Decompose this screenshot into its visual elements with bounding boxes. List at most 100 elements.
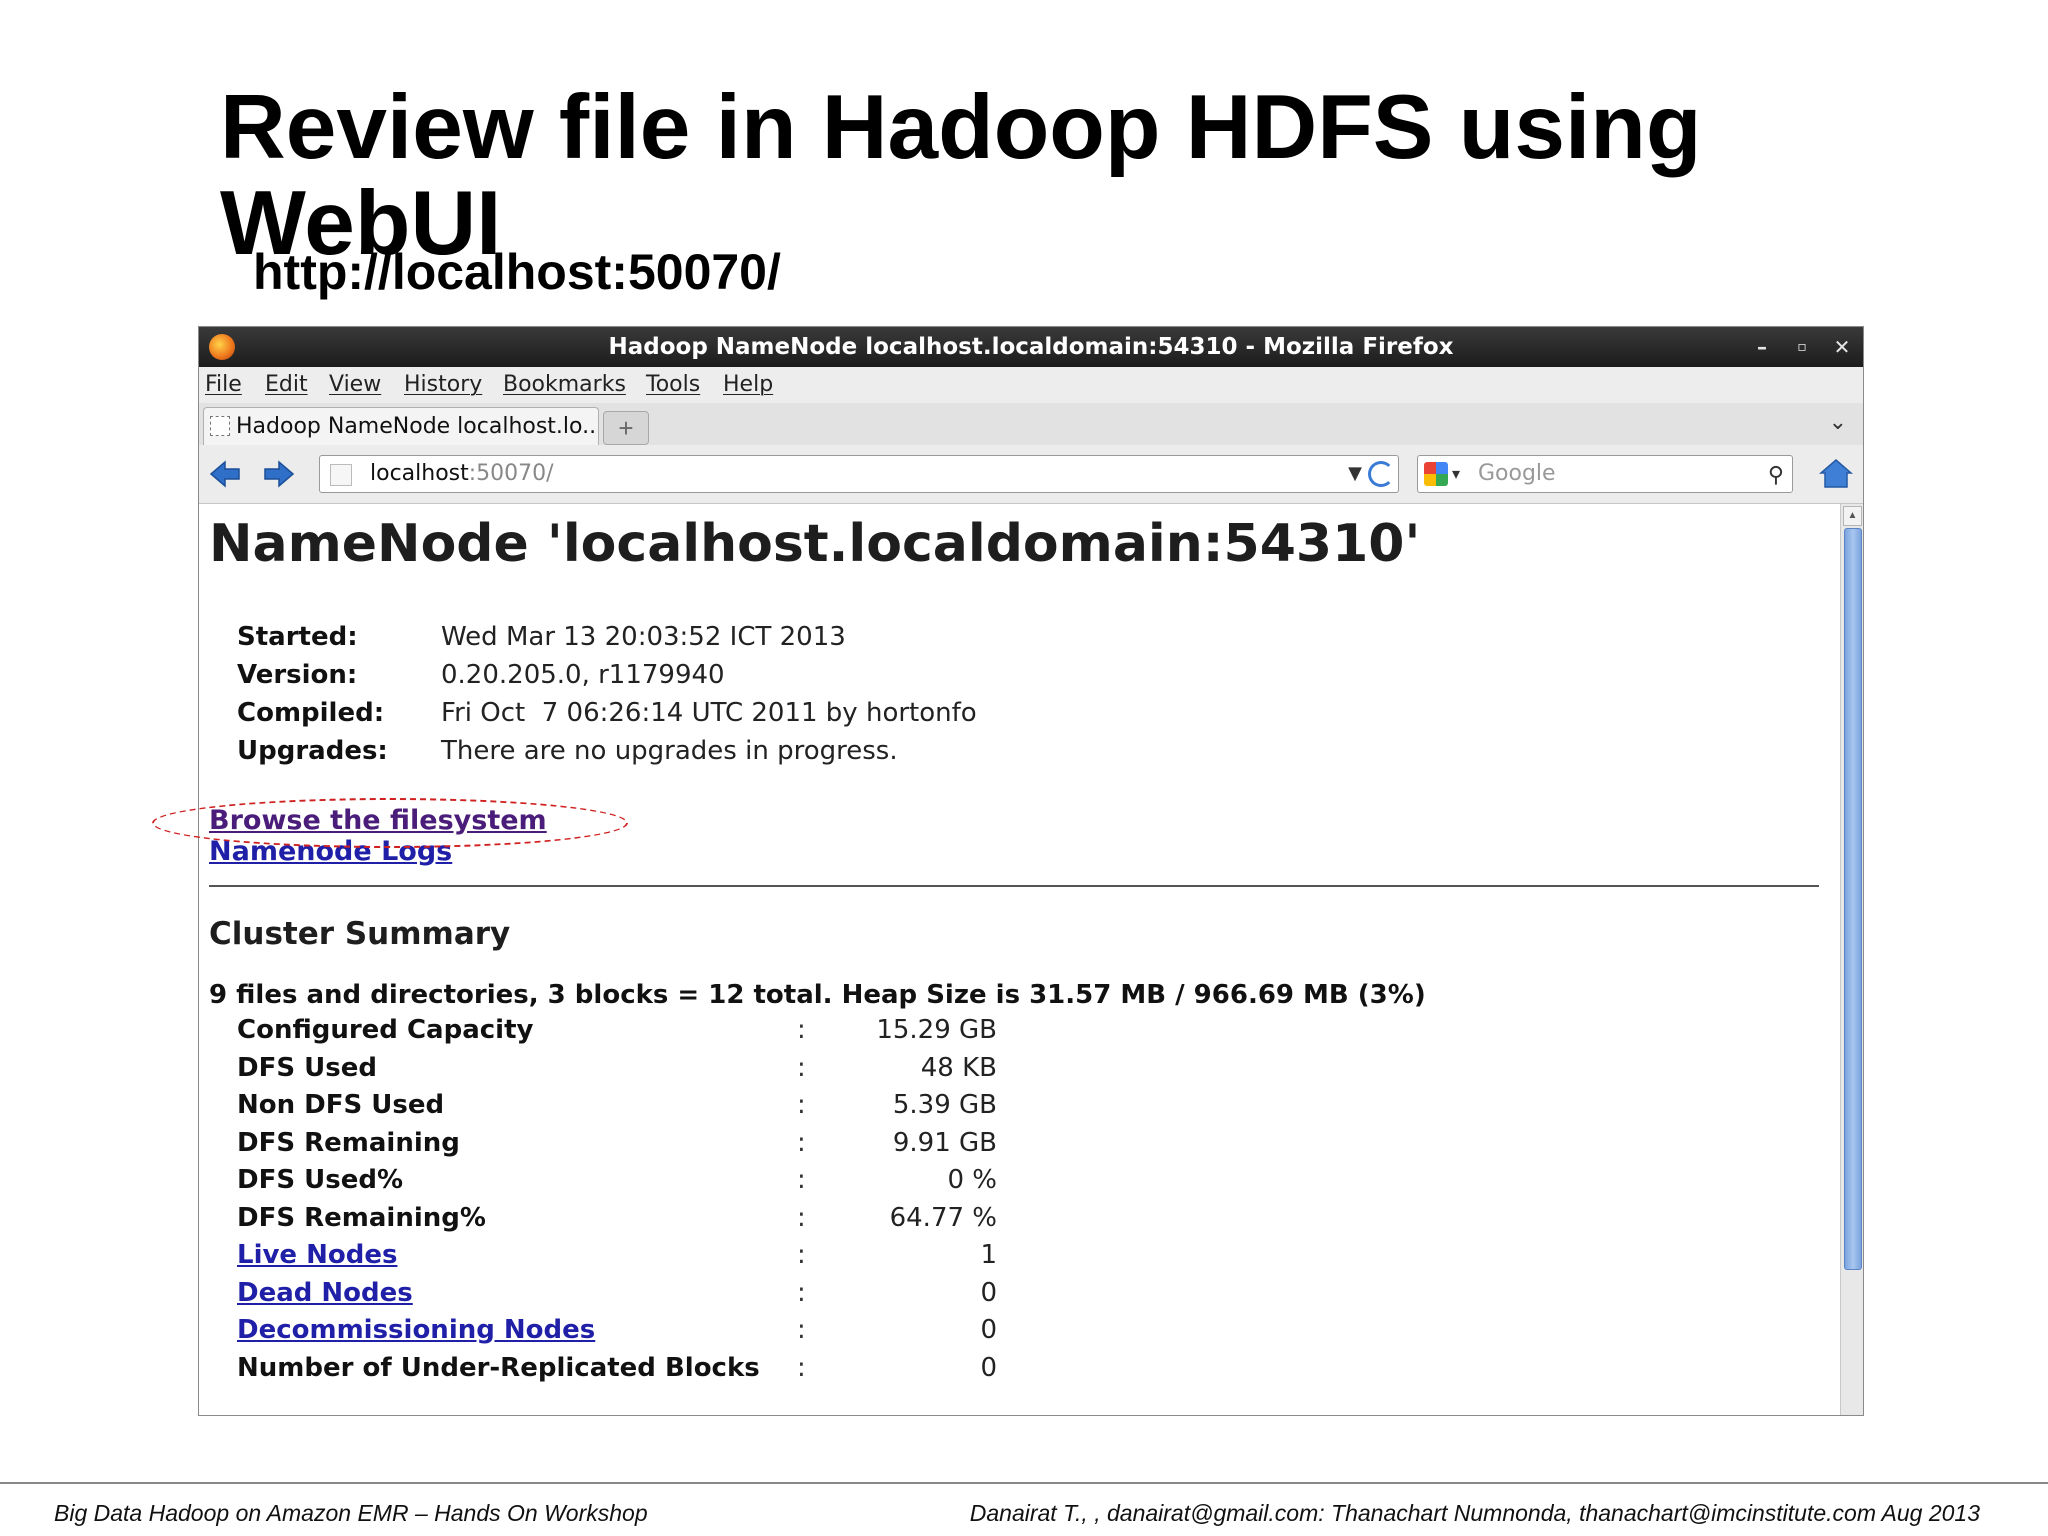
- tab-namenode[interactable]: Hadoop NameNode localhost.lo...: [203, 407, 599, 446]
- browser-window: Hadoop NameNode localhost.localdomain:54…: [198, 326, 1864, 1416]
- stat-label: DFS Used%: [237, 1165, 404, 1195]
- stat-separator: :: [797, 1315, 806, 1345]
- firefox-icon: [209, 334, 235, 360]
- binoculars-icon[interactable]: ⚲: [1768, 458, 1784, 494]
- info-row-started: Started: Wed Mar 13 20:03:52 ICT 2013: [237, 618, 977, 656]
- scroll-thumb[interactable]: [1844, 528, 1862, 1270]
- cluster-stats-table: Configured Capacity: 15.29 GB DFS Used: 48…: [237, 1012, 997, 1387]
- scroll-up-arrow-icon[interactable]: ▲: [1843, 506, 1862, 526]
- footer-divider: [0, 1482, 2048, 1484]
- stat-label: DFS Used: [237, 1052, 377, 1083]
- tab-bar: Hadoop NameNode localhost.lo... + ⌄: [199, 403, 1863, 446]
- highlight-ellipse: [152, 798, 628, 848]
- stat-row-configured-capacity: Configured Capacity: 15.29 GB: [237, 1012, 997, 1050]
- stat-separator: :: [797, 1052, 806, 1083]
- cluster-summary-heading: Cluster Summary: [209, 916, 511, 952]
- stat-value: 0: [980, 1277, 997, 1308]
- menu-bookmarks[interactable]: Bookmarks: [503, 367, 626, 403]
- stat-row-dfs-remaining: DFS Remaining: 9.91 GB: [237, 1125, 997, 1163]
- stat-separator: :: [797, 1015, 806, 1045]
- navigation-toolbar: localhost:50070/ ▼ ▾ Google ⚲: [199, 445, 1863, 504]
- page-favicon-icon: [210, 416, 230, 436]
- footer-authors: Danairat T., , danairat@gmail.com: Thana…: [969, 1500, 1980, 1526]
- stat-value: 0: [980, 1315, 997, 1345]
- stat-label-cell: Dead Nodes: [237, 1275, 797, 1313]
- divider: [209, 885, 1819, 887]
- menu-tools[interactable]: Tools: [646, 367, 700, 403]
- stat-label-cell: Decommissioning Nodes: [237, 1312, 797, 1350]
- stat-separator: :: [797, 1090, 806, 1120]
- home-icon[interactable]: [1819, 457, 1853, 489]
- search-placeholder: Google: [1478, 461, 1556, 486]
- stat-row-live-nodes: Live Nodes: 1: [237, 1237, 997, 1275]
- google-icon[interactable]: [1424, 462, 1448, 486]
- info-key: Version:: [237, 660, 358, 690]
- url-bar[interactable]: localhost:50070/ ▼: [319, 455, 1399, 493]
- tab-list-chevron-icon[interactable]: ⌄: [1829, 409, 1847, 435]
- close-icon[interactable]: ✕: [1827, 327, 1857, 367]
- info-value: There are no upgrades in progress.: [441, 736, 898, 766]
- window-title: Hadoop NameNode localhost.localdomain:54…: [608, 334, 1454, 360]
- stat-value: 64.77 %: [889, 1202, 997, 1233]
- stat-label-cell: Live Nodes: [237, 1237, 797, 1275]
- stat-row-decommissioning-nodes: Decommissioning Nodes: 0: [237, 1312, 997, 1350]
- stat-value: 0: [980, 1352, 997, 1383]
- site-identity-icon[interactable]: [330, 464, 352, 486]
- stat-row-under-replicated-blocks: Number of Under-Replicated Blocks: 0: [237, 1350, 997, 1388]
- stat-separator: :: [797, 1352, 806, 1383]
- cluster-summary-line: 9 files and directories, 3 blocks = 12 t…: [209, 980, 1426, 1010]
- info-key: Started:: [237, 622, 358, 652]
- stat-row-dfs-used: DFS Used: 48 KB: [237, 1050, 997, 1088]
- stat-value: 5.39 GB: [892, 1090, 997, 1120]
- namenode-heading: NameNode 'localhost.localdomain:54310': [209, 514, 1421, 574]
- maximize-icon[interactable]: ▫: [1787, 327, 1817, 367]
- menu-edit[interactable]: Edit: [265, 367, 308, 403]
- menu-history[interactable]: History: [404, 367, 482, 403]
- search-bar[interactable]: ▾ Google ⚲: [1417, 455, 1793, 493]
- stat-separator: :: [797, 1240, 806, 1270]
- info-value: Wed Mar 13 20:03:52 ICT 2013: [441, 622, 846, 652]
- stat-label: Number of Under-Replicated Blocks: [237, 1352, 760, 1383]
- url-history-dropdown-icon[interactable]: ▼: [1348, 456, 1362, 492]
- slide-subtitle-url: http://localhost:50070/: [253, 244, 781, 300]
- vertical-scrollbar[interactable]: ▲: [1840, 504, 1863, 1415]
- stat-value: 9.91 GB: [892, 1127, 997, 1158]
- url-host: localhost: [370, 461, 469, 486]
- stat-separator: :: [797, 1277, 806, 1308]
- new-tab-button[interactable]: +: [603, 411, 649, 445]
- namenode-info-table: Started: Wed Mar 13 20:03:52 ICT 2013 Ver…: [237, 618, 977, 770]
- dead-nodes-link[interactable]: Dead Nodes: [237, 1278, 413, 1308]
- decommissioning-nodes-link[interactable]: Decommissioning Nodes: [237, 1315, 595, 1345]
- menu-file[interactable]: File: [205, 367, 242, 403]
- info-row-version: Version: 0.20.205.0, r1179940: [237, 656, 977, 694]
- stat-label: Non DFS Used: [237, 1090, 445, 1120]
- menu-view[interactable]: View: [329, 367, 381, 403]
- back-arrow-icon[interactable]: [207, 457, 243, 491]
- stat-label: Configured Capacity: [237, 1015, 534, 1045]
- stat-value: 15.29 GB: [876, 1015, 997, 1045]
- menu-help[interactable]: Help: [723, 367, 773, 403]
- stat-row-non-dfs-used: Non DFS Used: 5.39 GB: [237, 1087, 997, 1125]
- stat-value: 48 KB: [920, 1052, 997, 1083]
- reload-icon[interactable]: [1368, 461, 1394, 487]
- url-path: :50070/: [468, 461, 554, 486]
- info-value: 0.20.205.0, r1179940: [441, 660, 725, 690]
- live-nodes-link[interactable]: Live Nodes: [237, 1240, 397, 1270]
- minimize-icon[interactable]: –: [1747, 327, 1777, 367]
- info-row-upgrades: Upgrades: There are no upgrades in progre…: [237, 732, 977, 770]
- stat-value: 1: [980, 1240, 997, 1270]
- page-content: NameNode 'localhost.localdomain:54310' S…: [199, 504, 1841, 1415]
- stat-separator: :: [797, 1202, 806, 1233]
- info-key: Upgrades:: [237, 736, 388, 766]
- search-engine-dropdown-icon[interactable]: ▾: [1452, 456, 1460, 492]
- info-row-compiled: Compiled: Fri Oct 7 06:26:14 UTC 2011 by …: [237, 694, 977, 732]
- stat-row-dfs-remaining-percent: DFS Remaining%: 64.77 %: [237, 1200, 997, 1238]
- forward-arrow-icon[interactable]: [261, 457, 297, 491]
- footer-workshop-title: Big Data Hadoop on Amazon EMR – Hands On…: [54, 1500, 648, 1526]
- stat-separator: :: [797, 1165, 806, 1195]
- stat-value: 0 %: [947, 1165, 997, 1195]
- stat-label: DFS Remaining: [237, 1127, 460, 1158]
- info-value: Fri Oct 7 06:26:14 UTC 2011 by hortonfo: [441, 698, 977, 728]
- info-key: Compiled:: [237, 698, 385, 728]
- menu-bar: File Edit View History Bookmarks Tools H…: [199, 367, 1863, 403]
